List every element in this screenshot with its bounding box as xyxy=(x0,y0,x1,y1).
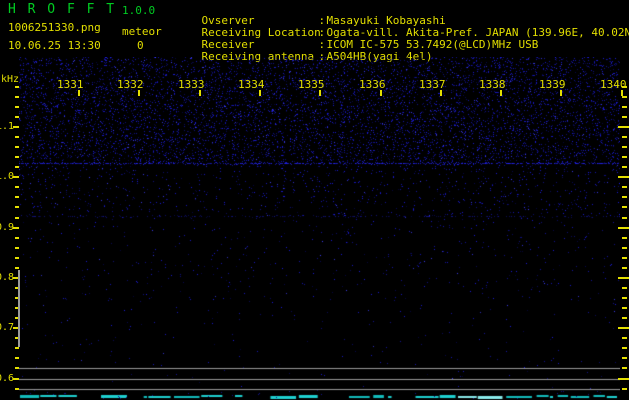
freq-tick xyxy=(618,227,629,229)
datetime: 10.06.25 13:30 xyxy=(8,39,101,52)
freq-tick xyxy=(13,126,19,128)
app-title: H R O F F T xyxy=(8,2,117,17)
freq-tick xyxy=(618,176,629,178)
freq-minor-tick xyxy=(622,106,627,108)
frequency-axis-unit: kHz xyxy=(1,74,20,85)
time-tick xyxy=(199,90,201,96)
freq-minor-tick xyxy=(15,106,19,108)
freq-minor-tick xyxy=(15,257,19,259)
freq-minor-tick xyxy=(15,237,19,239)
freq-tick-label: 0.9 xyxy=(0,222,14,233)
freq-tick xyxy=(618,126,629,128)
freq-minor-tick xyxy=(622,146,627,148)
time-tick xyxy=(319,90,321,96)
freq-minor-tick xyxy=(622,337,627,339)
freq-tick xyxy=(13,227,19,229)
freq-minor-tick xyxy=(622,347,627,349)
time-tick xyxy=(78,90,80,96)
freq-minor-tick xyxy=(15,347,19,349)
freq-minor-tick xyxy=(622,317,627,319)
freq-minor-tick xyxy=(15,166,19,168)
meteor-count: 0 xyxy=(137,39,144,52)
freq-tick xyxy=(618,327,629,329)
freq-minor-tick xyxy=(622,247,627,249)
freq-tick xyxy=(618,378,629,380)
time-tick xyxy=(621,90,623,96)
freq-minor-tick xyxy=(622,367,627,369)
freq-minor-tick xyxy=(622,206,627,208)
freq-tick-label: 0.8 xyxy=(0,272,14,283)
time-tick xyxy=(138,90,140,96)
freq-minor-tick xyxy=(15,247,19,249)
time-tick xyxy=(380,90,382,96)
freq-minor-tick xyxy=(622,196,627,198)
freq-minor-tick xyxy=(622,257,627,259)
freq-tick-label: 1.1 xyxy=(0,121,14,132)
freq-tick xyxy=(13,176,19,178)
time-tick xyxy=(440,90,442,96)
time-tick xyxy=(259,90,261,96)
hrofft-output: H R O F F T 1.0.0 1006251330.png meteor … xyxy=(0,0,629,400)
freq-minor-tick xyxy=(15,217,19,219)
freq-minor-tick xyxy=(622,307,627,309)
freq-tick xyxy=(618,277,629,279)
freq-minor-tick xyxy=(15,96,19,98)
freq-minor-tick xyxy=(622,297,627,299)
spectrogram-canvas xyxy=(19,57,620,400)
freq-tick-label: 0.6 xyxy=(0,373,14,384)
freq-minor-tick xyxy=(15,156,19,158)
freq-minor-tick xyxy=(622,237,627,239)
duration-marker-line xyxy=(18,270,20,347)
freq-minor-tick xyxy=(622,267,627,269)
freq-minor-tick xyxy=(15,186,19,188)
freq-minor-tick xyxy=(15,196,19,198)
filename: 1006251330.png xyxy=(8,21,101,34)
time-tick xyxy=(500,90,502,96)
freq-minor-tick xyxy=(622,186,627,188)
freq-tick-label: 0.7 xyxy=(0,322,14,333)
freq-minor-tick xyxy=(15,116,19,118)
freq-tick xyxy=(13,378,19,380)
freq-minor-tick xyxy=(622,217,627,219)
app-version: 1.0.0 xyxy=(122,4,156,17)
freq-tick-label: 1.0 xyxy=(0,171,14,182)
freq-minor-tick xyxy=(15,136,19,138)
freq-minor-tick xyxy=(622,357,627,359)
freq-minor-tick xyxy=(622,136,627,138)
freq-minor-tick xyxy=(622,388,627,390)
mode-label: meteor xyxy=(122,25,162,38)
freq-minor-tick xyxy=(15,146,19,148)
freq-minor-tick xyxy=(622,96,627,98)
freq-minor-tick xyxy=(15,86,19,88)
freq-minor-tick xyxy=(622,156,627,158)
freq-minor-tick xyxy=(15,206,19,208)
freq-minor-tick xyxy=(15,267,19,269)
freq-minor-tick xyxy=(622,287,627,289)
freq-minor-tick xyxy=(15,367,19,369)
freq-minor-tick xyxy=(15,357,19,359)
freq-minor-tick xyxy=(622,116,627,118)
time-tick xyxy=(560,90,562,96)
freq-minor-tick xyxy=(622,166,627,168)
freq-minor-tick xyxy=(15,388,19,390)
